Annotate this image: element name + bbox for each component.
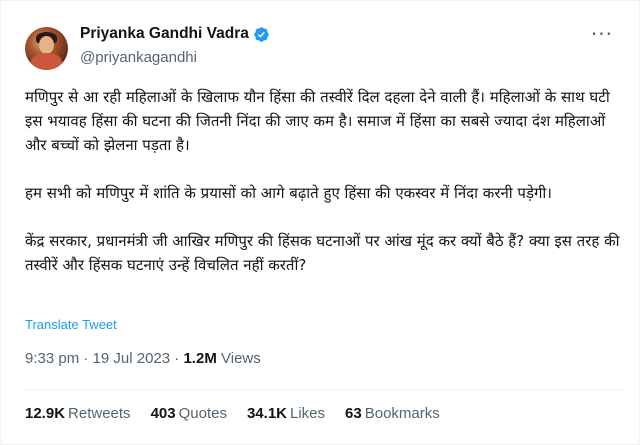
author-name-row: Priyanka Gandhi Vadra [80,25,270,43]
tweet-paragraph: केंद्र सरकार, प्रधानमंत्री जी आखिर मणिपु… [25,232,620,274]
views-label: Views [221,350,261,367]
stat-quotes[interactable]: 403 Quotes [151,405,227,422]
stat-label: Retweets [68,405,131,422]
stat-label: Likes [290,405,326,422]
stat-count: 63 [345,405,362,422]
meta-separator: · [170,350,184,367]
tweet-header: Priyanka Gandhi Vadra @priyankagandhi ··… [25,19,619,71]
more-options-icon[interactable]: ··· [591,24,613,44]
divider [25,389,623,390]
tweet-meta: 9:33 pm · 19 Jul 2023 · 1.2M Views [25,350,261,367]
stat-count: 12.9K [25,405,66,422]
tweet-paragraph: मणिपुर से आ रही महिलाओं के खिलाफ यौन हिं… [25,88,610,154]
verified-badge-icon [254,26,269,42]
author-handle[interactable]: @priyankagandhi [80,49,197,66]
tweet-stats: 12.9K Retweets 403 Quotes 34.1K Likes 63 Boo… [25,405,460,422]
tweet-card: Priyanka Gandhi Vadra @priyankagandhi ··… [0,0,640,445]
views-count: 1.2M [183,350,217,367]
tweet-text: मणिपुर से आ रही महिलाओं के खिलाफ यौन हिं… [25,85,625,277]
stat-bookmarks[interactable]: 63 Bookmarks [345,405,440,422]
tweet-date[interactable]: 19 Jul 2023 [93,350,171,367]
stat-label: Quotes [178,405,227,422]
meta-separator: · [79,350,93,367]
stat-label: Bookmarks [364,405,440,422]
stat-likes[interactable]: 34.1K Likes [247,405,325,422]
stat-count: 34.1K [246,405,287,422]
author-display-name[interactable]: Priyanka Gandhi Vadra [80,25,249,43]
translate-tweet-link[interactable]: Translate Tweet [25,317,117,332]
tweet-time[interactable]: 9:33 pm [25,350,79,367]
avatar[interactable] [25,27,68,70]
stat-count: 403 [150,405,176,422]
tweet-paragraph: हम सभी को मणिपुर में शांति के प्रयासों क… [25,184,552,202]
stat-retweets[interactable]: 12.9K Retweets [25,405,131,422]
